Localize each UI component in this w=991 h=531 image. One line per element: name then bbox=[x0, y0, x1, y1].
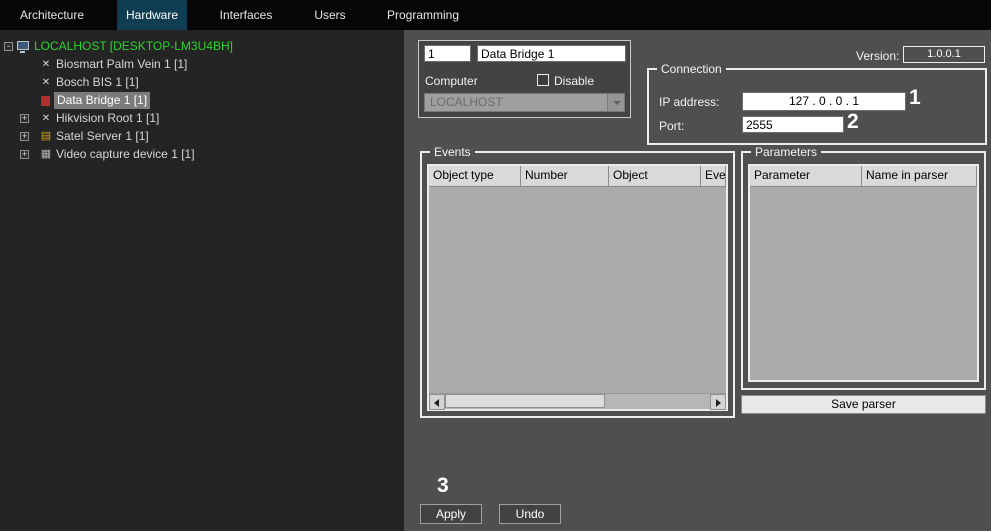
annotation-step-1: 1 bbox=[909, 86, 921, 110]
expand-toggle[interactable]: + bbox=[20, 114, 29, 123]
scrollbar-thumb[interactable] bbox=[445, 394, 605, 408]
collapse-toggle[interactable]: - bbox=[4, 42, 13, 51]
tab-hardware[interactable]: Hardware bbox=[117, 0, 187, 30]
tree-row: - LOCALHOST [DESKTOP-LM3U4BH] bbox=[0, 38, 404, 55]
version-value: 1.0.0.1 bbox=[903, 46, 985, 63]
tree-row: + ✕ Hikvision Root 1 [1] bbox=[0, 110, 404, 127]
parameters-table-header: Parameter Name in parser bbox=[750, 166, 977, 187]
annotation-step-3: 3 bbox=[437, 474, 449, 498]
device-tree: - LOCALHOST [DESKTOP-LM3U4BH] ✕ Biosmart… bbox=[0, 30, 404, 531]
expand-toggle[interactable]: + bbox=[20, 132, 29, 141]
computer-label: Computer bbox=[425, 74, 478, 88]
events-group: Events Object type Number Object Ever bbox=[420, 151, 735, 418]
save-parser-button[interactable]: Save parser bbox=[741, 395, 986, 414]
ip-address-input[interactable]: 127 . 0 . 0 . 1 bbox=[742, 92, 906, 111]
column-header-parameter[interactable]: Parameter bbox=[750, 166, 862, 187]
scroll-right-icon[interactable] bbox=[710, 394, 726, 410]
port-label: Port: bbox=[659, 119, 684, 133]
settings-panel: Computer Disable LOCALHOST Version: 1.0.… bbox=[404, 30, 991, 531]
tab-programming[interactable]: Programming bbox=[383, 0, 463, 30]
identity-box: Computer Disable LOCALHOST bbox=[418, 40, 631, 118]
apply-button[interactable]: Apply bbox=[420, 504, 482, 524]
version-label: Version: bbox=[856, 49, 899, 63]
object-id-input[interactable] bbox=[424, 45, 471, 62]
parameters-group-title: Parameters bbox=[751, 145, 821, 159]
tree-item-localhost[interactable]: LOCALHOST [DESKTOP-LM3U4BH] bbox=[34, 38, 233, 55]
tab-users[interactable]: Users bbox=[306, 0, 354, 30]
column-header-event[interactable]: Ever bbox=[701, 166, 726, 187]
tree-row: ✕ Biosmart Palm Vein 1 [1] bbox=[0, 56, 404, 73]
undo-button[interactable]: Undo bbox=[499, 504, 561, 524]
tree-item-hikvision[interactable]: Hikvision Root 1 [1] bbox=[56, 110, 159, 127]
column-header-number[interactable]: Number bbox=[521, 166, 609, 187]
events-table-body[interactable] bbox=[429, 187, 726, 393]
events-group-title: Events bbox=[430, 145, 475, 159]
tree-item-video-capture[interactable]: Video capture device 1 [1] bbox=[56, 146, 195, 163]
column-header-object-type[interactable]: Object type bbox=[429, 166, 521, 187]
app-window: Architecture Hardware Interfaces Users P… bbox=[0, 0, 991, 531]
tree-row: ✕ Bosch BIS 1 [1] bbox=[0, 74, 404, 91]
ip-address-label: IP address: bbox=[659, 95, 719, 109]
x-icon: ✕ bbox=[40, 110, 52, 127]
parameters-group: Parameters Parameter Name in parser bbox=[741, 151, 986, 390]
parameters-table-body[interactable] bbox=[750, 187, 977, 380]
events-table: Object type Number Object Ever bbox=[427, 164, 728, 411]
connection-group: Connection IP address: 127 . 0 . 0 . 1 1… bbox=[647, 68, 987, 145]
tree-item-satel[interactable]: Satel Server 1 [1] bbox=[56, 128, 149, 145]
chevron-down-icon bbox=[607, 94, 624, 111]
x-icon: ✕ bbox=[40, 74, 52, 91]
scroll-left-icon[interactable] bbox=[429, 394, 445, 410]
x-icon: ✕ bbox=[40, 56, 52, 73]
connection-group-title: Connection bbox=[657, 62, 726, 76]
tree-row: + ▦ Video capture device 1 [1] bbox=[0, 146, 404, 163]
column-header-name-in-parser[interactable]: Name in parser bbox=[862, 166, 977, 187]
menu-bar: Architecture Hardware Interfaces Users P… bbox=[0, 0, 991, 30]
expand-toggle[interactable]: + bbox=[20, 150, 29, 159]
tree-row: + ▤ Satel Server 1 [1] bbox=[0, 128, 404, 145]
annotation-step-2: 2 bbox=[847, 110, 859, 134]
tab-interfaces[interactable]: Interfaces bbox=[210, 0, 282, 30]
column-header-object[interactable]: Object bbox=[609, 166, 701, 187]
tab-architecture[interactable]: Architecture bbox=[12, 0, 92, 30]
object-name-input[interactable] bbox=[477, 45, 626, 62]
computer-icon bbox=[17, 41, 29, 50]
tree-item-biosmart[interactable]: Biosmart Palm Vein 1 [1] bbox=[56, 56, 187, 73]
tree-row: Data Bridge 1 [1] bbox=[0, 92, 404, 109]
scrollbar-track[interactable] bbox=[445, 394, 710, 409]
tree-item-data-bridge[interactable]: Data Bridge 1 [1] bbox=[54, 92, 150, 109]
events-horizontal-scrollbar bbox=[429, 393, 726, 409]
video-capture-icon: ▦ bbox=[40, 146, 52, 163]
disable-checkbox[interactable] bbox=[537, 74, 549, 86]
parameters-table: Parameter Name in parser bbox=[748, 164, 979, 382]
computer-select-value: LOCALHOST bbox=[430, 95, 503, 109]
data-bridge-icon bbox=[41, 96, 50, 106]
events-table-header: Object type Number Object Ever bbox=[429, 166, 726, 187]
satel-server-icon: ▤ bbox=[40, 128, 52, 145]
port-input[interactable] bbox=[742, 116, 844, 133]
disable-label: Disable bbox=[554, 74, 594, 88]
computer-select[interactable]: LOCALHOST bbox=[424, 93, 625, 112]
tree-item-bosch-bis[interactable]: Bosch BIS 1 [1] bbox=[56, 74, 139, 91]
